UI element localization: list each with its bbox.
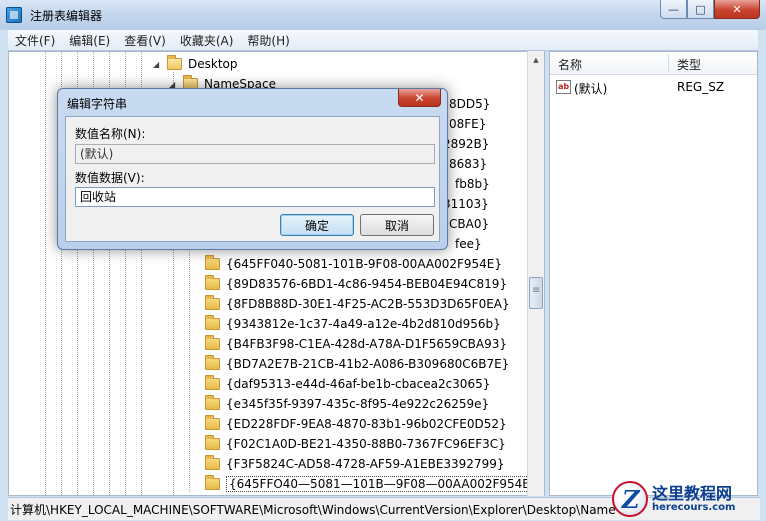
column-divider[interactable]: [668, 54, 669, 72]
folder-icon: [205, 455, 220, 470]
tree-node[interactable]: {ED228FDF-9EA8-4870-83b1-96b02CFE0D52}: [205, 414, 507, 434]
tree-node[interactable]: {F02C1A0D-BE21-4350-88B0-7367FC96EF3C}: [205, 434, 506, 454]
watermark-name: 这里教程网: [652, 483, 733, 503]
ok-button[interactable]: 确定: [280, 214, 354, 236]
folder-open-icon: [167, 55, 182, 70]
tree-node-partial: 2892B}: [443, 134, 489, 154]
site-watermark: 这里教程网 herecours.com: [612, 478, 764, 520]
folder-icon: [205, 335, 220, 350]
tree-node-label: 8DD5}: [449, 97, 491, 111]
tree-node-selected[interactable]: {645FFO40—5081—101B—9F08—00AA002F954E}: [205, 474, 541, 494]
tree-node-label: {8FD8B88D-30E1-4F25-AC2B-553D3D65F0EA}: [226, 297, 510, 311]
tree-node[interactable]: {daf95313-e44d-46af-be1b-cbacea2c3065}: [205, 374, 490, 394]
tree-node-partial: fee}: [455, 234, 482, 254]
tree-node-label: 31103}: [443, 197, 489, 211]
window-title: 注册表编辑器: [30, 9, 103, 23]
tree-node-label: CBA0}: [449, 217, 490, 231]
tree-node-label: {daf95313-e44d-46af-be1b-cbacea2c3065}: [226, 377, 491, 391]
tree-node-label: {F3F5824C-AD58-4728-AF59-A1EBE3392799}: [226, 457, 505, 471]
tree-node[interactable]: {e345f35f-9397-435c-8f95-4e922c26259e}: [205, 394, 489, 414]
scrollbar-thumb[interactable]: [529, 277, 543, 309]
folder-icon: [205, 395, 220, 410]
tree-node-label: 8683}: [449, 157, 488, 171]
scroll-up-icon[interactable]: ▲: [528, 51, 544, 68]
folder-icon: [205, 435, 220, 450]
minimize-button[interactable]: —: [660, 0, 687, 19]
menu-file[interactable]: 文件(F): [8, 32, 62, 49]
tree-node-label: fee}: [455, 237, 482, 251]
folder-icon: [205, 375, 220, 390]
menu-view[interactable]: 查看(V): [117, 32, 173, 49]
tree-node-desktop[interactable]: ◢ Desktop: [153, 54, 238, 74]
maximize-button[interactable]: □: [687, 0, 714, 19]
tree-node-label: {9343812e-1c37-4a49-a12e-4b2d810d956b}: [226, 317, 501, 331]
site-logo-icon: [612, 481, 648, 517]
tree-node-label: {e345f35f-9397-435c-8f95-4e922c26259e}: [226, 397, 490, 411]
tree-node-label: Desktop: [188, 57, 238, 71]
watermark-text: 这里教程网 herecours.com: [652, 485, 735, 514]
tree-node-label: {B4FB3F98-C1EA-428d-A78A-D1F5659CBA93}: [226, 337, 508, 351]
value-row-default[interactable]: (默认) REG_SZ: [550, 78, 757, 98]
dialog-body: 数值名称(N): (默认) 数值数据(V): 回收站 确定 取消: [65, 116, 440, 242]
value-data-label: 数值数据(V):: [75, 171, 145, 185]
tree-node-label: {645FF040-5081-101B-9F08-00AA002F954E}: [226, 257, 502, 271]
column-header-type[interactable]: 类型: [677, 56, 701, 73]
value-type: REG_SZ: [677, 80, 725, 94]
tree-node-partial: 08FE}: [449, 114, 486, 134]
tree-node-label: fb8b}: [455, 177, 490, 191]
value-name-label: 数值名称(N):: [75, 127, 146, 141]
tree-node[interactable]: {89D83576-6BD1-4c86-9454-BEB04E94C819}: [205, 274, 507, 294]
tree-node-label: 2892B}: [443, 137, 490, 151]
tree-node-label: {F02C1A0D-BE21-4350-88B0-7367FC96EF3C}: [226, 437, 506, 451]
tree-guide-line: [45, 52, 46, 495]
dialog-title: 编辑字符串: [67, 97, 128, 111]
list-header: 名称 类型: [550, 52, 757, 75]
tree-node[interactable]: {F3F5824C-AD58-4728-AF59-A1EBE3392799}: [205, 454, 504, 474]
tree-node[interactable]: {BD7A2E7B-21CB-41b2-A086-B309680C6B7E}: [205, 354, 509, 374]
dialog-close-button[interactable]: ✕: [398, 89, 441, 107]
tree-node-label: {645FFO40—5081—101B—9F08—00AA002F954E}: [226, 476, 541, 492]
folder-icon: [205, 275, 220, 290]
watermark-url: herecours.com: [652, 502, 736, 514]
title-bar: 注册表编辑器 — □ ✕: [0, 0, 766, 30]
tree-node-partial: 8683}: [449, 154, 487, 174]
menu-help[interactable]: 帮助(H): [240, 32, 296, 49]
tree-node[interactable]: {9343812e-1c37-4a49-a12e-4b2d810d956b}: [205, 314, 501, 334]
close-button[interactable]: ✕: [714, 0, 760, 19]
collapse-arrow-icon[interactable]: ◢: [153, 60, 163, 69]
tree-node-partial: 8DD5}: [449, 94, 490, 114]
folder-icon: [205, 475, 220, 490]
tree-node-label: 08FE}: [449, 117, 487, 131]
tree-node-partial: fb8b}: [455, 174, 490, 194]
value-data-input[interactable]: 回收站: [75, 187, 435, 207]
folder-icon: [205, 295, 220, 310]
folder-icon: [205, 315, 220, 330]
tree-node-label: {89D83576-6BD1-4c86-9454-BEB04E94C819}: [226, 277, 508, 291]
tree-node-label: {ED228FDF-9EA8-4870-83b1-96b02CFE0D52}: [226, 417, 507, 431]
column-header-name[interactable]: 名称: [558, 56, 582, 73]
window-controls: — □ ✕: [660, 0, 760, 20]
edit-string-dialog: 编辑字符串 ✕ 数值名称(N): (默认) 数值数据(V): 回收站 确定 取消: [57, 88, 448, 250]
folder-icon: [205, 415, 220, 430]
cancel-button[interactable]: 取消: [360, 214, 434, 236]
tree-node[interactable]: {645FF040-5081-101B-9F08-00AA002F954E}: [205, 254, 502, 274]
tree-node-label: {BD7A2E7B-21CB-41b2-A086-B309680C6B7E}: [226, 357, 510, 371]
folder-icon: [205, 355, 220, 370]
regedit-app-icon: [6, 7, 22, 23]
folder-icon: [205, 255, 220, 270]
tree-node[interactable]: {8FD8B88D-30E1-4F25-AC2B-553D3D65F0EA}: [205, 294, 510, 314]
value-name: (默认): [574, 82, 608, 96]
menu-bar: 文件(F) 编辑(E) 查看(V) 收藏夹(A) 帮助(H): [8, 30, 758, 51]
tree-node[interactable]: {B4FB3F98-C1EA-428d-A78A-D1F5659CBA93}: [205, 334, 507, 354]
string-value-icon: [556, 80, 571, 94]
tree-node-partial: 31103}: [443, 194, 489, 214]
tree-vertical-scrollbar[interactable]: ▲: [527, 51, 544, 496]
value-list[interactable]: 名称 类型 (默认) REG_SZ: [549, 51, 758, 496]
value-name-field[interactable]: (默认): [75, 144, 435, 164]
menu-edit[interactable]: 编辑(E): [62, 32, 117, 49]
tree-node-partial: CBA0}: [449, 214, 489, 234]
menu-favorites[interactable]: 收藏夹(A): [173, 32, 241, 49]
